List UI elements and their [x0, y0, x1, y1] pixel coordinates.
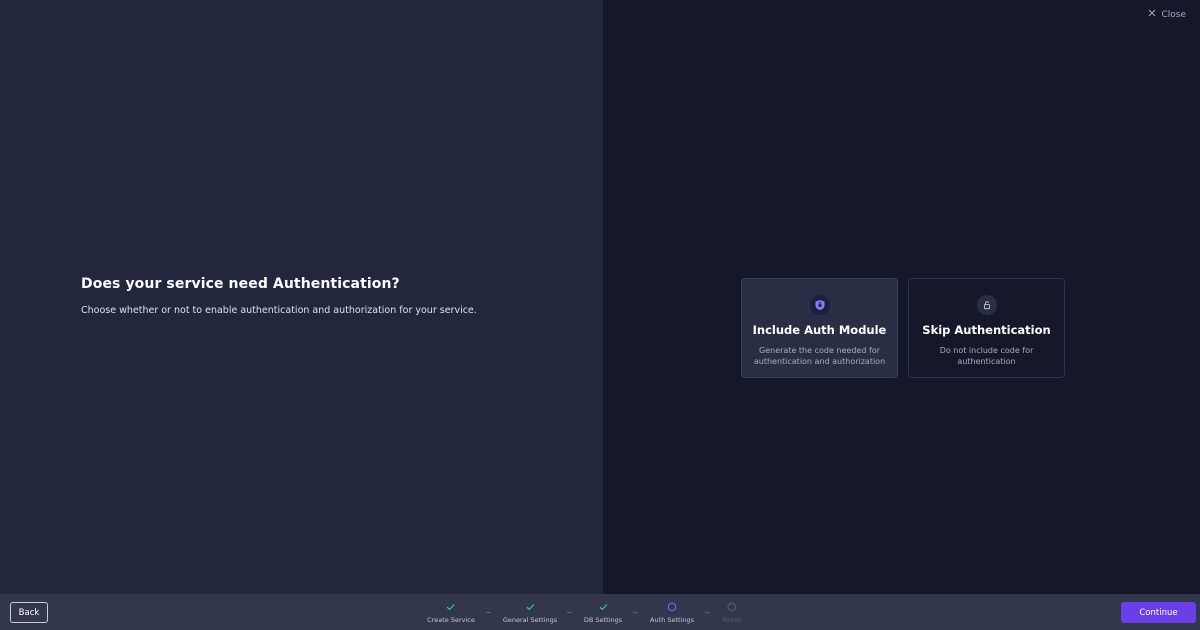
unlock-icon — [976, 295, 997, 315]
step-db-settings: DB Settings — [584, 601, 622, 624]
step-label: DB Settings — [583, 616, 623, 624]
step-create-service: Create Service — [427, 601, 475, 624]
option-description: Generate the code needed for authenticat… — [753, 346, 886, 366]
close-button[interactable]: Close — [1148, 9, 1186, 20]
step-label: General Settings — [502, 616, 558, 624]
close-icon — [1148, 9, 1156, 20]
step-separator — [567, 612, 572, 613]
continue-button[interactable]: Continue — [1121, 602, 1196, 623]
option-include-auth[interactable]: Include Auth Module Generate the code ne… — [741, 278, 898, 378]
page-title: Does your service need Authentication? — [81, 276, 400, 292]
option-description: Do not include code for authentication — [939, 346, 1034, 366]
circle-icon — [667, 601, 677, 613]
step-label: Auth Settings — [650, 616, 694, 624]
back-button[interactable]: Back — [10, 602, 48, 623]
footer-bar: Back Create Service General Settings DB … — [0, 594, 1200, 630]
option-title: Skip Authentication — [922, 323, 1051, 337]
check-icon — [447, 601, 456, 613]
step-auth-settings: Auth Settings — [650, 601, 694, 624]
step-finish: Finish — [722, 601, 742, 624]
check-icon — [526, 601, 535, 613]
circle-icon — [727, 601, 737, 613]
step-label: Finish — [722, 616, 742, 624]
left-panel: Does your service need Authentication? C… — [0, 0, 603, 594]
option-skip-auth[interactable]: Skip Authentication Do not include code … — [908, 278, 1065, 378]
step-separator — [705, 612, 710, 613]
right-panel — [603, 0, 1200, 594]
step-separator — [633, 612, 638, 613]
option-title: Include Auth Module — [752, 323, 887, 337]
check-icon — [598, 601, 607, 613]
step-separator — [486, 612, 491, 613]
step-general-settings: General Settings — [503, 601, 557, 624]
close-label: Close — [1161, 9, 1186, 20]
step-label: Create Service — [427, 616, 475, 624]
page-subtitle: Choose whether or not to enable authenti… — [81, 305, 477, 316]
shield-icon — [809, 295, 830, 315]
